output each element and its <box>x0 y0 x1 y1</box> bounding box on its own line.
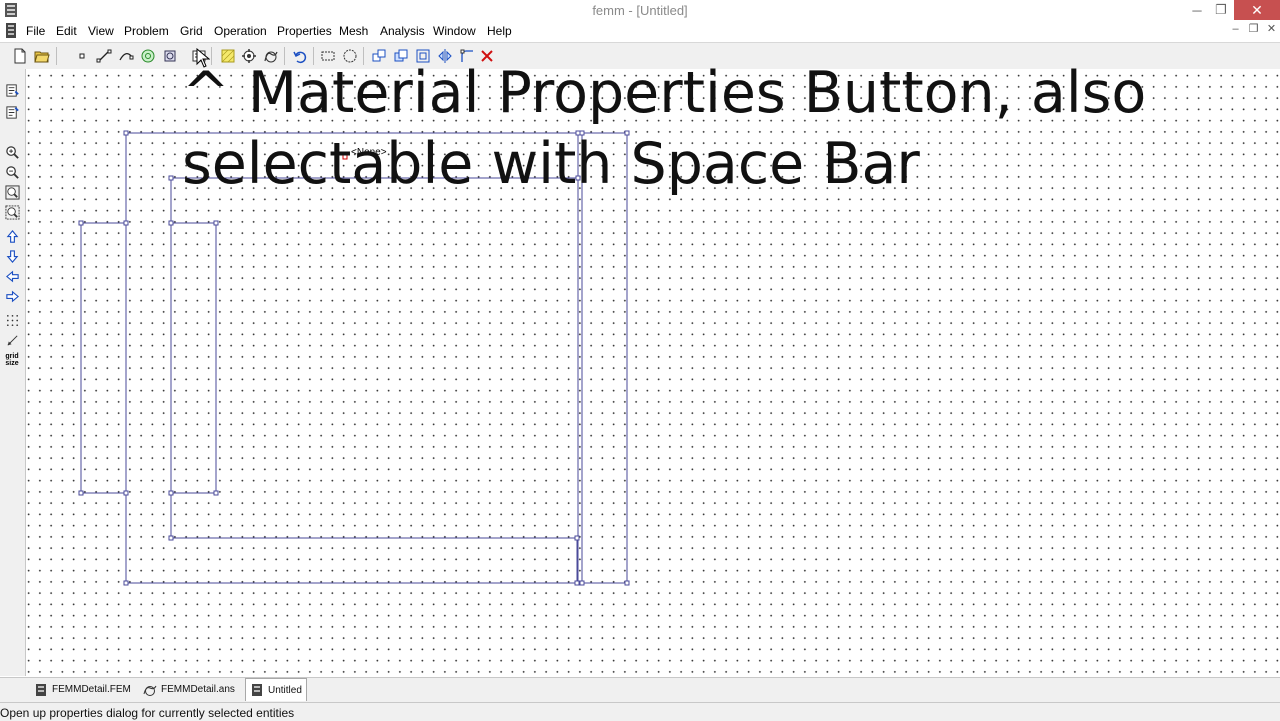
node <box>168 220 174 226</box>
femm-document-icon <box>252 684 262 696</box>
node <box>574 580 580 586</box>
tab-label: FEMMDetail.ans <box>161 684 235 695</box>
status-bar: Open up properties dialog for currently … <box>0 702 1280 721</box>
document-tabs: FEMMDetail.FEM FEMMDetail.ans Untitled <box>0 677 1280 702</box>
node <box>78 490 84 496</box>
node <box>213 220 219 226</box>
node <box>123 490 129 496</box>
node <box>168 175 174 181</box>
tab-femmdetail-fem[interactable]: FEMMDetail.FEM <box>30 680 135 699</box>
outer-boundary <box>125 132 579 584</box>
node <box>123 580 129 586</box>
tab-untitled[interactable]: Untitled <box>245 678 307 701</box>
femm-document-icon <box>36 683 46 696</box>
tab-label: FEMMDetail.FEM <box>52 684 131 695</box>
left-coil <box>80 222 127 494</box>
tutorial-annotation: ^ Material Properties Button, also selec… <box>182 58 1272 200</box>
node <box>624 580 630 586</box>
annotation-line-1: ^ Material Properties Button, also <box>182 60 1147 126</box>
node <box>168 535 174 541</box>
node <box>213 490 219 496</box>
node <box>574 535 580 541</box>
node <box>168 490 174 496</box>
node <box>123 130 129 136</box>
tab-label: Untitled <box>268 684 302 696</box>
node <box>78 220 84 226</box>
status-text: Open up properties dialog for currently … <box>0 706 295 720</box>
inner-coil <box>170 222 217 494</box>
inner-c-shape <box>170 177 578 539</box>
node <box>579 580 585 586</box>
femm-solution-icon <box>143 685 157 696</box>
tab-femmdetail-ans[interactable]: FEMMDetail.ans <box>139 680 239 699</box>
right-boundary <box>581 132 628 584</box>
mouse-cursor-icon <box>196 48 210 68</box>
node <box>123 220 129 226</box>
annotation-line-2: selectable with Space Bar <box>182 131 920 197</box>
